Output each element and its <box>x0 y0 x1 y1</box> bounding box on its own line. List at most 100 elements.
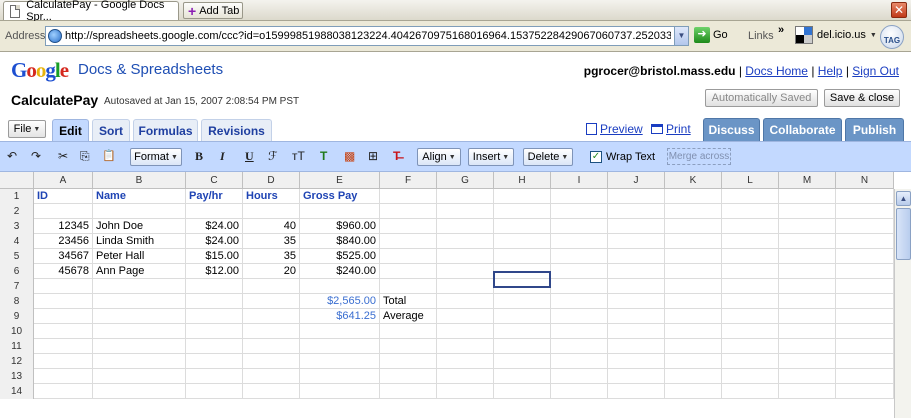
add-tab-button[interactable]: + Add Tab <box>183 2 243 19</box>
cell-f11[interactable] <box>380 339 437 354</box>
cell-e12[interactable] <box>300 354 380 369</box>
corner-cell[interactable] <box>0 172 34 189</box>
cell-f4[interactable] <box>380 234 437 249</box>
cell-a5[interactable]: 34567 <box>34 249 93 264</box>
cell-e7[interactable] <box>300 279 380 294</box>
cell-d1[interactable]: Hours <box>243 189 300 204</box>
cut-icon[interactable]: ✂ <box>58 149 68 163</box>
row-header[interactable]: 4 <box>0 234 34 249</box>
cell-a11[interactable] <box>34 339 93 354</box>
vertical-scrollbar[interactable]: ▲ <box>894 189 911 418</box>
preview-link[interactable]: Preview <box>586 122 643 136</box>
cell-h1[interactable] <box>494 189 551 204</box>
cell-b11[interactable] <box>93 339 186 354</box>
cell-a13[interactable] <box>34 369 93 384</box>
cell-j1[interactable] <box>608 189 665 204</box>
help-link[interactable]: Help <box>818 64 843 78</box>
align-dropdown[interactable]: Align ▼ <box>417 148 461 166</box>
more-chevron-icon[interactable]: » <box>778 24 784 36</box>
column-header-c[interactable]: C <box>186 172 243 189</box>
cell-m14[interactable] <box>779 384 836 399</box>
cell-a7[interactable] <box>34 279 93 294</box>
cell-b2[interactable] <box>93 204 186 219</box>
cell-n6[interactable] <box>836 264 894 279</box>
cell-k2[interactable] <box>665 204 722 219</box>
cell-c13[interactable] <box>186 369 243 384</box>
paste-icon[interactable]: 📋 <box>102 149 116 162</box>
cell-k8[interactable] <box>665 294 722 309</box>
cell-n7[interactable] <box>836 279 894 294</box>
cell-c12[interactable] <box>186 354 243 369</box>
cell-i7[interactable] <box>551 279 608 294</box>
cell-l7[interactable] <box>722 279 779 294</box>
cell-f13[interactable] <box>380 369 437 384</box>
save-close-button[interactable]: Save & close <box>824 89 900 107</box>
cell-j5[interactable] <box>608 249 665 264</box>
cell-f9[interactable]: Average <box>380 309 437 324</box>
row-header[interactable]: 13 <box>0 369 34 384</box>
row-header[interactable]: 11 <box>0 339 34 354</box>
cell-e8[interactable]: $2,565.00 <box>300 294 380 309</box>
cell-f7[interactable] <box>380 279 437 294</box>
cell-b6[interactable]: Ann Page <box>93 264 186 279</box>
cell-a4[interactable]: 23456 <box>34 234 93 249</box>
cell-i6[interactable] <box>551 264 608 279</box>
cell-d8[interactable] <box>243 294 300 309</box>
docs-home-link[interactable]: Docs Home <box>745 64 808 78</box>
column-header-j[interactable]: J <box>608 172 665 189</box>
cell-d5[interactable]: 35 <box>243 249 300 264</box>
cell-c11[interactable] <box>186 339 243 354</box>
cell-j2[interactable] <box>608 204 665 219</box>
column-header-b[interactable]: B <box>93 172 186 189</box>
cell-n2[interactable] <box>836 204 894 219</box>
cell-j11[interactable] <box>608 339 665 354</box>
cell-l8[interactable] <box>722 294 779 309</box>
cell-b5[interactable]: Peter Hall <box>93 249 186 264</box>
cell-l1[interactable] <box>722 189 779 204</box>
cell-h6[interactable] <box>494 264 551 279</box>
cell-e10[interactable] <box>300 324 380 339</box>
row-header[interactable]: 7 <box>0 279 34 294</box>
cell-i1[interactable] <box>551 189 608 204</box>
cell-j10[interactable] <box>608 324 665 339</box>
column-header-l[interactable]: L <box>722 172 779 189</box>
cell-k14[interactable] <box>665 384 722 399</box>
undo-icon[interactable]: ↶ <box>7 149 17 163</box>
cell-a12[interactable] <box>34 354 93 369</box>
cell-i3[interactable] <box>551 219 608 234</box>
cell-a6[interactable]: 45678 <box>34 264 93 279</box>
cell-n12[interactable] <box>836 354 894 369</box>
cell-e13[interactable] <box>300 369 380 384</box>
cell-g4[interactable] <box>437 234 494 249</box>
cell-b14[interactable] <box>93 384 186 399</box>
browser-tab-calculatepay[interactable]: CalculatePay - Google Docs Spr... <box>3 0 179 23</box>
cell-m7[interactable] <box>779 279 836 294</box>
cell-c1[interactable]: Pay/hr <box>186 189 243 204</box>
document-title[interactable]: CalculatePay <box>11 92 98 108</box>
delete-dropdown[interactable]: Delete ▼ <box>523 148 573 166</box>
row-header[interactable]: 14 <box>0 384 34 399</box>
tab-collaborate[interactable]: Collaborate <box>763 118 842 141</box>
tab-formulas[interactable]: Formulas <box>133 119 198 141</box>
format-dropdown[interactable]: Format ▼ <box>130 148 182 166</box>
cell-e3[interactable]: $960.00 <box>300 219 380 234</box>
cell-i9[interactable] <box>551 309 608 324</box>
cell-h9[interactable] <box>494 309 551 324</box>
cell-n8[interactable] <box>836 294 894 309</box>
sign-out-link[interactable]: Sign Out <box>852 64 899 78</box>
cell-g10[interactable] <box>437 324 494 339</box>
cell-c5[interactable]: $15.00 <box>186 249 243 264</box>
tab-discuss[interactable]: Discuss <box>703 118 760 141</box>
cell-d7[interactable] <box>243 279 300 294</box>
cell-m3[interactable] <box>779 219 836 234</box>
cell-k7[interactable] <box>665 279 722 294</box>
cell-f12[interactable] <box>380 354 437 369</box>
scroll-up-icon[interactable]: ▲ <box>896 191 911 206</box>
cell-l5[interactable] <box>722 249 779 264</box>
cell-h8[interactable] <box>494 294 551 309</box>
cell-n4[interactable] <box>836 234 894 249</box>
cell-b7[interactable] <box>93 279 186 294</box>
cell-m2[interactable] <box>779 204 836 219</box>
cell-m4[interactable] <box>779 234 836 249</box>
cell-e4[interactable]: $840.00 <box>300 234 380 249</box>
